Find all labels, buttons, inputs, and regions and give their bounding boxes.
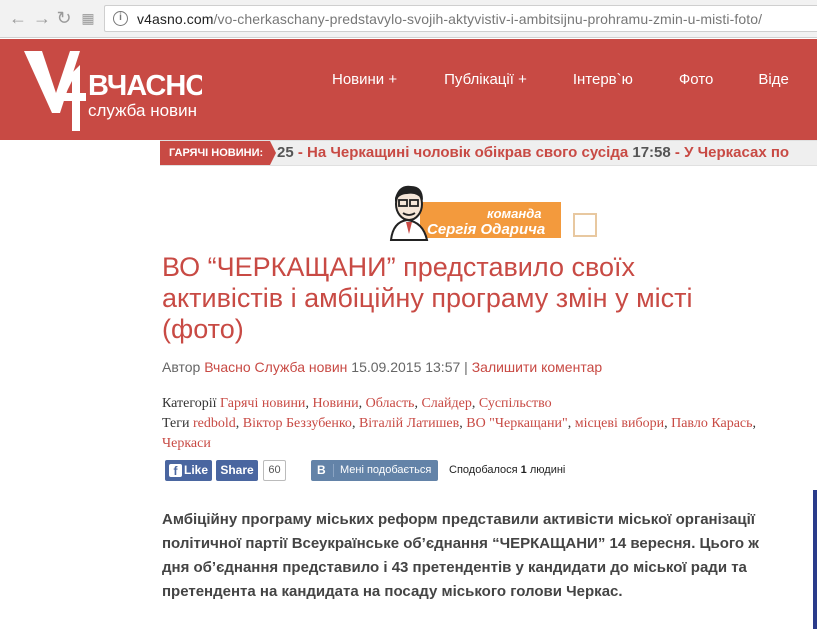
tag-link[interactable]: Павло Карась xyxy=(671,416,752,431)
ticker-item[interactable]: У Черкасах по xyxy=(684,144,789,161)
ticker-label: ГАРЯЧІ НОВИНИ: xyxy=(160,141,270,165)
article-title: ВО “ЧЕРКАЩАНИ” представило своїх активіс… xyxy=(162,252,693,344)
vk-liked-prefix: Сподобалося xyxy=(449,464,518,476)
back-icon[interactable]: ← xyxy=(8,8,28,28)
publish-date: 15.09.2015 13:57 xyxy=(351,359,461,375)
ticker-dash: - xyxy=(674,144,680,161)
url-path: /vo-cherkaschany-predstavylo-svojih-akty… xyxy=(213,11,763,27)
leave-comment-link[interactable]: Залишити коментар xyxy=(472,359,602,375)
side-panel-edge xyxy=(813,490,817,629)
category-link[interactable]: Гарячі новини xyxy=(220,396,305,411)
categories-line: Категорії Гарячі новини, Новини, Область… xyxy=(162,396,552,411)
ticker-item[interactable]: На Черкащині чоловік обікрав свого сусід… xyxy=(307,144,628,161)
vk-liked-count: Сподобалося 1 людині xyxy=(449,464,565,476)
category-link[interactable]: Новини xyxy=(312,396,358,411)
reload-icon[interactable]: ↻ xyxy=(54,8,74,28)
vk-liked-number: 1 xyxy=(520,464,527,476)
author-label: Автор xyxy=(162,359,201,375)
vk-separator xyxy=(333,464,334,477)
url-host: v4asno.com xyxy=(137,11,214,27)
category-link[interactable]: Область xyxy=(366,396,415,411)
vk-like-button[interactable]: B Мені подобається xyxy=(311,460,438,481)
article-lead: Амбіційну програму міських реформ предст… xyxy=(162,511,759,600)
ticker-arrow-icon xyxy=(270,141,276,165)
tag-link[interactable]: місцеві вибори xyxy=(575,416,664,431)
facebook-share-count: 60 xyxy=(263,460,286,481)
article-taxonomy: Категорії Гарячі новини, Новини, Область… xyxy=(162,394,782,454)
nav-item-photo[interactable]: Фото xyxy=(679,71,713,88)
ticker-text[interactable]: 25 - На Черкащині чоловік обікрав свого … xyxy=(277,144,789,161)
ad-banner[interactable]: команда Сергія Одарича xyxy=(377,180,603,244)
ticker-prefix: 25 xyxy=(277,144,294,161)
url-text[interactable]: v4asno.com/vo-cherkaschany-predstavylo-s… xyxy=(137,11,762,27)
tags-line: Теги redbold, Віктор Беззубенко, Віталій… xyxy=(162,416,757,451)
hot-news-ticker: ГАРЯЧІ НОВИНИ: 25 - На Черкащині чоловік… xyxy=(160,140,817,166)
tag-link[interactable]: Віталій Латишев xyxy=(359,416,459,431)
logo-name: ВЧАСНО xyxy=(88,70,202,102)
nav-item-publications[interactable]: Публікації + xyxy=(444,71,527,88)
vk-like-label: Мені подобається xyxy=(340,464,432,476)
article-meta: Автор Вчасно Служба новин 15.09.2015 13:… xyxy=(162,359,602,375)
banner-square xyxy=(573,213,597,237)
facebook-like-button[interactable]: f Like xyxy=(165,460,212,481)
logo-tagline: служба новин xyxy=(88,101,197,120)
tag-link[interactable]: redbold xyxy=(193,416,236,431)
site-logo[interactable]: ВЧАСНО служба новин xyxy=(22,43,202,133)
nav-item-interviews[interactable]: Інтерв`ю xyxy=(573,71,633,88)
ticker-dash: - xyxy=(297,144,303,161)
page-info-icon[interactable]: i xyxy=(113,11,128,26)
meta-separator: | xyxy=(464,359,468,375)
tag-link[interactable]: ВО "Черкащани" xyxy=(466,416,567,431)
vk-liked-suffix: людині xyxy=(529,464,566,476)
forward-icon[interactable]: → xyxy=(32,8,52,28)
facebook-share-button[interactable]: Share xyxy=(216,460,258,481)
browser-toolbar: ← → ↻ ▦ i v4asno.com/vo-cherkaschany-pre… xyxy=(0,0,817,38)
tag-link[interactable]: Черкаси xyxy=(162,436,211,451)
address-bar[interactable]: i v4asno.com/vo-cherkaschany-predstavylo… xyxy=(104,5,817,32)
nav-item-news[interactable]: Новини + xyxy=(332,71,397,88)
banner-line2: Сергія Одарича xyxy=(427,221,546,238)
ticker-time: 17:58 xyxy=(632,144,671,161)
nav-item-video[interactable]: Віде xyxy=(758,71,788,88)
apps-grid-icon[interactable]: ▦ xyxy=(78,8,98,28)
tag-link[interactable]: Віктор Беззубенко xyxy=(243,416,352,431)
facebook-icon: f xyxy=(169,464,182,478)
banner-line1: команда xyxy=(487,206,542,221)
main-nav: Новини + Публікації + Інтерв`ю Фото Віде xyxy=(332,71,789,88)
category-link[interactable]: Суспільство xyxy=(479,396,552,411)
facebook-like-label: Like xyxy=(184,463,209,477)
tags-label: Теги xyxy=(162,416,190,431)
author-link[interactable]: Вчасно Служба новин xyxy=(204,359,347,375)
category-link[interactable]: Слайдер xyxy=(421,396,471,411)
categories-label: Категорії xyxy=(162,396,217,411)
vk-icon: B xyxy=(317,463,326,477)
site-header: ВЧАСНО служба новин Новини + Публікації … xyxy=(0,39,817,140)
